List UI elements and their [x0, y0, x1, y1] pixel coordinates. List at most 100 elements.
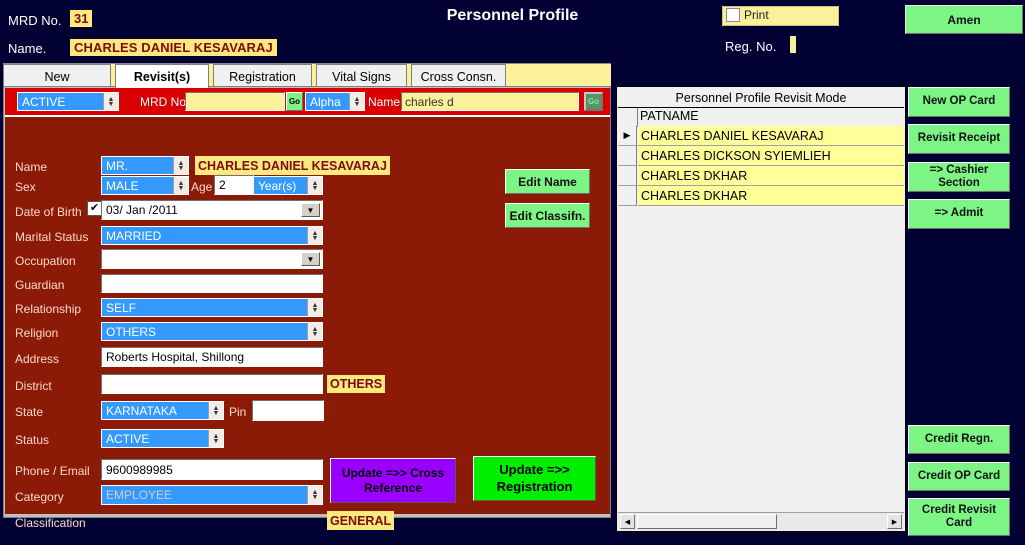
tab-vital-signs[interactable]: Vital Signs — [316, 64, 407, 88]
row-patname[interactable]: CHARLES DKHAR — [638, 166, 904, 186]
relationship-value: SELF — [106, 300, 137, 315]
spinner-icon[interactable]: ▲ ▼ — [208, 430, 223, 447]
occupation-dropdown[interactable]: ▼ — [101, 249, 323, 269]
search-mode-value: ACTIVE — [22, 94, 66, 109]
form-fields: Name MR. ▲ ▼ CHARLES DANIEL KESAVARAJ Sex… — [5, 115, 610, 530]
row-selector-icon[interactable] — [618, 146, 637, 166]
sex-value: MALE — [106, 178, 139, 193]
row-patname[interactable]: CHARLES DANIEL KESAVARAJ — [638, 126, 904, 146]
row-patname[interactable]: CHARLES DKHAR — [638, 186, 904, 206]
age-label: Age — [191, 180, 213, 194]
admit-button[interactable]: => Admit — [908, 199, 1010, 229]
status-combo[interactable]: ACTIVE ▲ ▼ — [101, 429, 224, 448]
profile-form-panel: ACTIVE ▲ ▼ MRD No Go Alpha ▲ ▼ Name charle… — [3, 86, 611, 530]
pin-label: Pin — [229, 405, 247, 419]
edit-name-button[interactable]: Edit Name — [505, 169, 590, 194]
list-header-gutter — [618, 108, 638, 126]
credit-regn-button[interactable]: Credit Regn. — [908, 425, 1010, 454]
category-combo[interactable]: EMPLOYEE ▲ ▼ — [101, 485, 323, 505]
print-checkbox[interactable] — [726, 8, 740, 22]
state-combo[interactable]: KARNATAKA ▲ ▼ — [101, 401, 224, 420]
page-title: Personnel Profile — [446, 7, 579, 24]
dob-label: Date of Birth — [15, 205, 82, 219]
tab-registration[interactable]: Registration — [213, 64, 312, 88]
guardian-label: Guardian — [15, 278, 65, 292]
relationship-label: Relationship — [15, 302, 82, 316]
new-op-card-button[interactable]: New OP Card — [908, 87, 1010, 117]
reg-no-label: Reg. No. — [725, 39, 777, 54]
search-mrd-input[interactable] — [185, 92, 285, 111]
marital-status-value: MARRIED — [106, 228, 162, 243]
revisit-receipt-button[interactable]: Revisit Receipt — [908, 124, 1010, 154]
reg-no-input[interactable] — [790, 36, 796, 53]
age-unit-combo[interactable]: Year(s) ▲ ▼ — [253, 176, 323, 195]
table-row[interactable]: ▶ CHARLES DANIEL KESAVARAJ — [618, 126, 904, 146]
tab-revisits[interactable]: Revisit(s) — [115, 64, 209, 88]
row-patname[interactable]: CHARLES DICKSON SYIEMLIEH — [638, 146, 904, 166]
sex-field-label: Sex — [15, 180, 36, 194]
religion-label: Religion — [15, 326, 59, 340]
marital-status-combo[interactable]: MARRIED ▲ ▼ — [101, 226, 323, 245]
tab-bar: New Revisit(s) Registration Vital Signs … — [3, 63, 611, 88]
print-label: Print — [744, 8, 769, 22]
table-row[interactable]: CHARLES DKHAR — [618, 186, 904, 206]
spinner-icon[interactable]: ▲ ▼ — [307, 227, 322, 244]
state-value: KARNATAKA — [106, 403, 177, 418]
spinner-icon[interactable]: ▲ ▼ — [307, 486, 322, 504]
marital-status-label: Marital Status — [15, 230, 89, 244]
title-combo[interactable]: MR. ▲ ▼ — [101, 156, 189, 175]
chevron-down-icon[interactable]: ▼ — [301, 203, 320, 217]
edit-classification-button[interactable]: Edit Classifn. — [505, 203, 590, 228]
spinner-icon[interactable]: ▲ ▼ — [307, 323, 322, 340]
tab-cross-consn[interactable]: Cross Consn. — [411, 64, 506, 88]
spinner-icon[interactable]: ▲ ▼ — [307, 177, 322, 194]
tab-new[interactable]: New — [3, 64, 111, 88]
credit-op-card-button[interactable]: Credit OP Card — [908, 462, 1010, 491]
scroll-left-icon[interactable]: ◀ — [620, 514, 635, 529]
row-selector-icon[interactable] — [618, 186, 637, 206]
guardian-input[interactable] — [101, 274, 323, 293]
cashier-section-button[interactable]: => Cashier Section — [908, 162, 1010, 192]
pin-input[interactable] — [252, 400, 324, 421]
spinner-icon[interactable]: ▲ ▼ — [349, 93, 364, 110]
go-search-icon-button[interactable]: Go — [584, 92, 603, 111]
status-label: Status — [15, 433, 50, 447]
sex-combo[interactable]: MALE ▲ ▼ — [101, 176, 189, 195]
search-bar: ACTIVE ▲ ▼ MRD No Go Alpha ▲ ▼ Name charle… — [5, 88, 610, 115]
age-input[interactable]: 2 — [214, 175, 254, 195]
dob-dropdown[interactable]: 03/ Jan /2011 ▼ — [101, 200, 323, 220]
dob-value: 03/ Jan /2011 — [106, 203, 178, 217]
chevron-down-icon[interactable]: ▼ — [301, 252, 320, 266]
table-row[interactable]: CHARLES DICKSON SYIEMLIEH — [618, 146, 904, 166]
update-cross-reference-button[interactable]: Update =>> Cross Reference — [330, 458, 456, 503]
amend-button[interactable]: Amen — [905, 5, 1023, 34]
credit-revisit-card-button[interactable]: Credit Revisit Card — [908, 498, 1010, 536]
spinner-icon[interactable]: ▲ ▼ — [173, 177, 188, 194]
spinner-icon[interactable]: ▲ ▼ — [208, 402, 223, 419]
update-registration-button[interactable]: Update =>> Registration — [473, 456, 596, 501]
scrollbar-thumb[interactable] — [637, 514, 777, 529]
alpha-mode-combo[interactable]: Alpha ▲ ▼ — [305, 92, 365, 111]
row-selector-icon[interactable]: ▶ — [618, 126, 637, 146]
search-mode-combo[interactable]: ACTIVE ▲ ▼ — [17, 92, 119, 111]
scroll-right-icon[interactable]: ▶ — [887, 514, 902, 529]
phone-email-input[interactable]: 9600989985 — [101, 459, 323, 480]
spinner-icon[interactable]: ▲ ▼ — [307, 299, 322, 316]
religion-combo[interactable]: OTHERS ▲ ▼ — [101, 322, 323, 341]
category-label: Category — [15, 490, 64, 504]
horizontal-scrollbar[interactable]: ◀ ▶ — [618, 512, 904, 530]
title-value: MR. — [106, 158, 128, 173]
district-input[interactable] — [101, 374, 323, 394]
age-unit-value: Year(s) — [258, 178, 297, 193]
go-button[interactable]: Go — [286, 92, 303, 111]
relationship-combo[interactable]: SELF ▲ ▼ — [101, 298, 323, 317]
search-name-input[interactable]: charles d — [401, 92, 579, 111]
spinner-icon[interactable]: ▲ ▼ — [103, 93, 118, 110]
address-input[interactable]: Roberts Hospital, Shillong — [101, 347, 323, 367]
row-selector-icon[interactable] — [618, 166, 637, 186]
table-row[interactable]: CHARLES DKHAR — [618, 166, 904, 186]
spinner-icon[interactable]: ▲ ▼ — [173, 157, 188, 174]
state-label: State — [15, 405, 44, 419]
dob-checkbox[interactable]: ✔ — [87, 201, 102, 216]
classification-label: Classification — [15, 516, 86, 530]
